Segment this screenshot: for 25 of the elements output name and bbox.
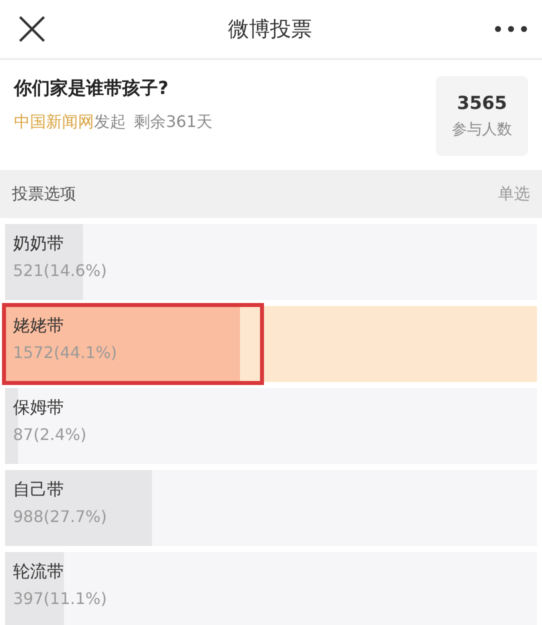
more-icon[interactable]	[494, 25, 528, 33]
poll-option[interactable]: 自己带 988(27.7%)	[5, 470, 537, 546]
poll-option[interactable]: 保姆带 87(2.4%)	[5, 388, 537, 464]
participants-label: 参与人数	[452, 120, 512, 139]
options-label: 投票选项	[12, 184, 76, 204]
vote-count: 87(2.4%)	[13, 425, 86, 444]
option-label: 姥姥带	[13, 315, 64, 337]
option-label: 自己带	[13, 479, 64, 501]
option-label: 轮流带	[13, 561, 64, 583]
remaining-time: 剩余361天	[134, 112, 213, 133]
poll-source: 中国新闻网发起	[14, 112, 126, 133]
participants-count: 3565	[456, 93, 508, 114]
option-label: 保姆带	[13, 397, 64, 419]
poll-option[interactable]: 奶奶带 521(14.6%)	[5, 224, 537, 300]
vote-count: 988(27.7%)	[13, 507, 107, 526]
vote-count: 521(14.6%)	[13, 261, 107, 280]
page-title: 微博投票	[228, 16, 312, 43]
selection-mode: 单选	[498, 184, 530, 204]
vote-count: 1572(44.1%)	[13, 343, 118, 362]
close-icon[interactable]	[18, 15, 46, 43]
poll-option[interactable]: 轮流带 397(11.1%)	[5, 552, 537, 625]
poll-option[interactable]: 姥姥带 1572(44.1%)	[5, 306, 537, 382]
vote-count: 397(11.1%)	[13, 589, 107, 608]
option-label: 奶奶带	[13, 233, 64, 255]
poll-question: 你们家是谁带孩子?	[14, 77, 170, 100]
